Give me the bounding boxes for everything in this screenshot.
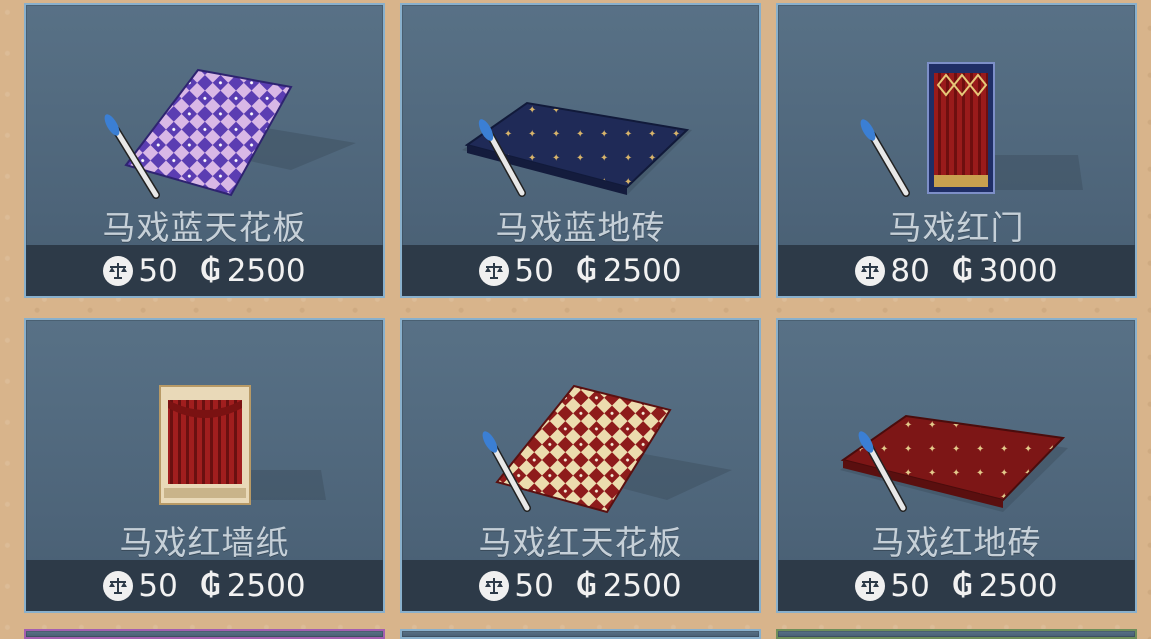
item-card-circus-blue-floor[interactable]: ✦ 马戏蓝地砖 50 ₲ 2500 [400,3,761,298]
gold-price: 3000 [978,252,1058,289]
balance-scale-icon [855,255,886,286]
item-card-circus-blue-ceiling[interactable]: 马戏蓝天花板 50 ₲ 2500 [24,3,385,298]
token-price: 50 [514,567,554,604]
item-image: ✦ [778,320,1135,520]
item-name: 马戏蓝地砖 [495,208,666,247]
item-image [778,5,1135,205]
gold-price: 2500 [978,567,1058,604]
item-name: 马戏红地砖 [871,523,1042,562]
item-image [402,320,759,520]
balance-scale-icon [103,570,134,601]
gold-g-icon: ₲ [951,568,973,603]
item-name: 马戏红天花板 [478,523,683,562]
gold-g-icon: ₲ [951,253,973,288]
token-price: 80 [890,252,930,289]
balance-scale-icon [855,570,886,601]
token-price: 50 [138,567,178,604]
item-name: 马戏红门 [888,208,1025,247]
item-image [26,320,383,520]
paintbrush-icon [860,119,910,197]
item-name: 马戏红墙纸 [119,523,290,562]
item-name: 马戏蓝天花板 [102,208,307,247]
gold-price: 2500 [226,567,306,604]
price-bar: 80 ₲ 3000 [778,245,1135,296]
gold-price: 2500 [226,252,306,289]
price-bar: 50 ₲ 2500 [26,245,383,296]
shop-grid: 马戏蓝天花板 50 ₲ 2500 ✦ [0,0,1151,639]
price-bar: 50 ₲ 2500 [26,560,383,611]
item-card-circus-red-door[interactable]: 马戏红门 80 ₲ 3000 [776,3,1137,298]
item-card-partial[interactable] [24,629,385,639]
balance-scale-icon [479,570,510,601]
price-bar: 50 ₲ 2500 [402,245,759,296]
item-card-circus-red-floor[interactable]: ✦ 马戏红地砖 50 ₲ 2500 [776,318,1137,613]
gold-price: 2500 [602,567,682,604]
item-image: ✦ [402,5,759,205]
item-card-circus-red-wallpaper[interactable]: 马戏红墙纸 50 ₲ 2500 [24,318,385,613]
balance-scale-icon [103,255,134,286]
gold-g-icon: ₲ [199,568,221,603]
balance-scale-icon [479,255,510,286]
gold-g-icon: ₲ [575,568,597,603]
gold-price: 2500 [602,252,682,289]
price-bar: 50 ₲ 2500 [778,560,1135,611]
item-image [26,5,383,205]
token-price: 50 [890,567,930,604]
price-bar: 50 ₲ 2500 [402,560,759,611]
gold-g-icon: ₲ [575,253,597,288]
item-card-partial[interactable] [400,629,761,639]
item-card-circus-red-ceiling[interactable]: 马戏红天花板 50 ₲ 2500 [400,318,761,613]
item-card-partial[interactable] [776,629,1137,639]
token-price: 50 [138,252,178,289]
gold-g-icon: ₲ [199,253,221,288]
token-price: 50 [514,252,554,289]
